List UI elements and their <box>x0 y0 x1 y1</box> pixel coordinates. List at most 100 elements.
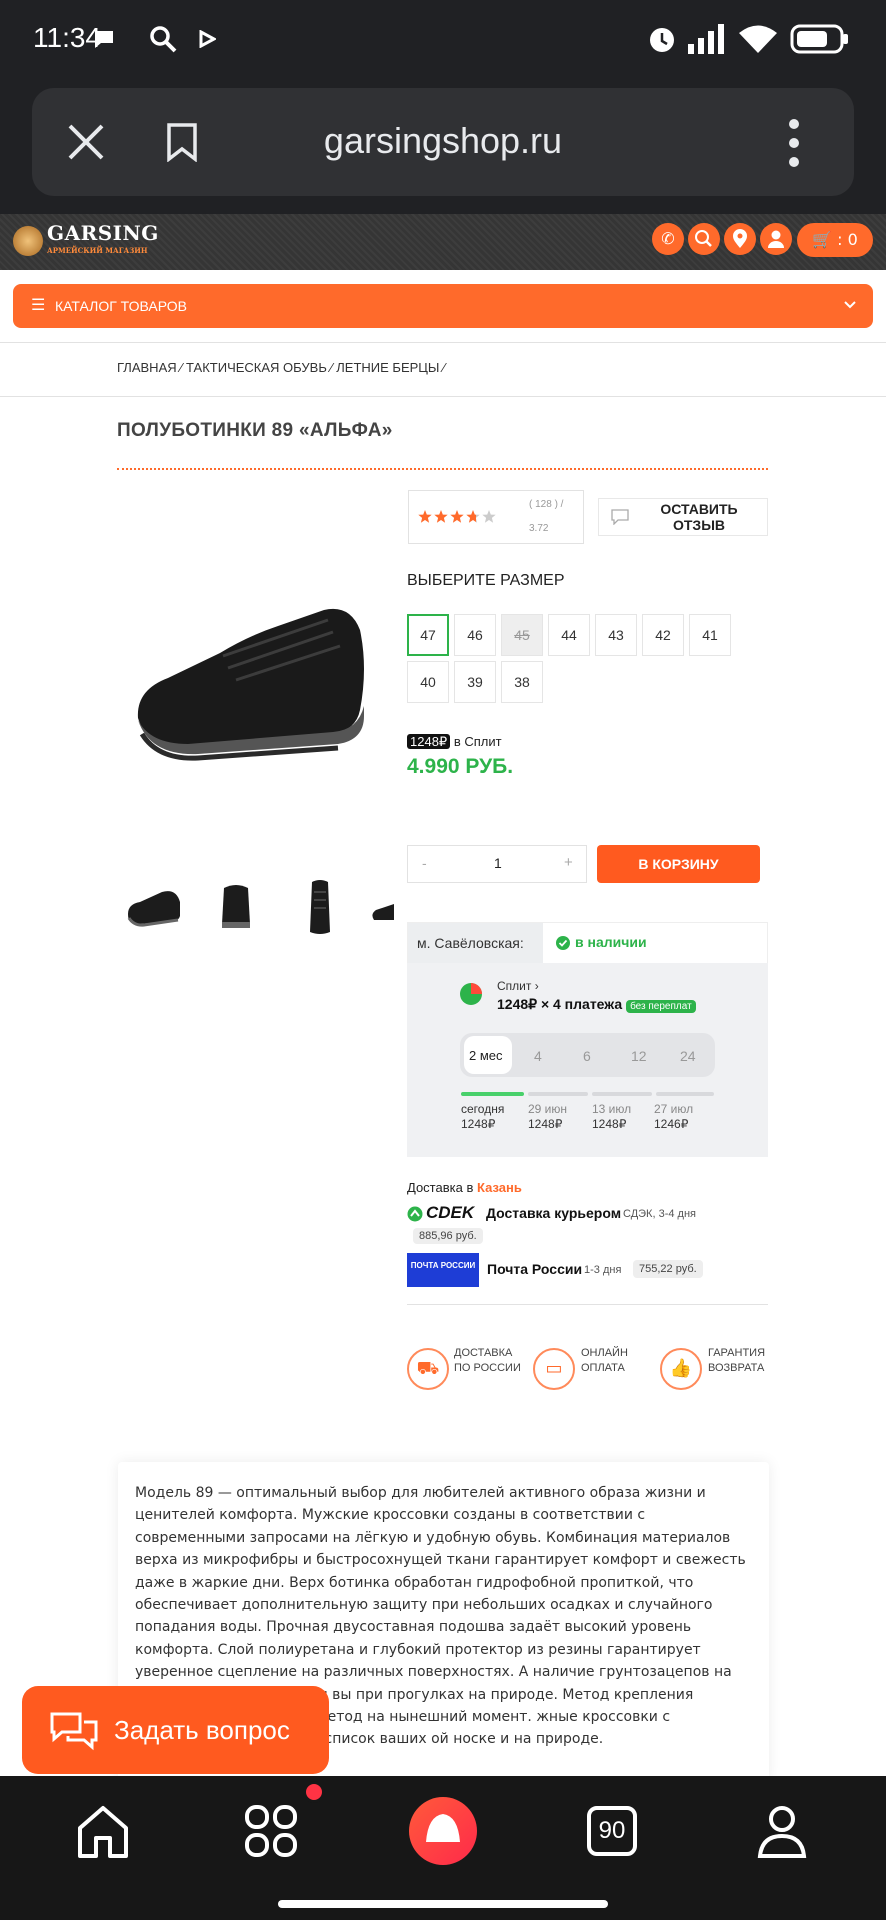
store-name[interactable]: м. Савёловская: <box>408 923 543 963</box>
truck-icon: ⛟ <box>407 1348 449 1390</box>
chat-bubbles-icon <box>50 1712 98 1751</box>
payment-item: 27 июл 1246₽ <box>654 1102 693 1132</box>
breadcrumb-link[interactable]: ЛЕТНИЕ БЕРЦЫ <box>336 360 439 375</box>
period-option[interactable]: 24 <box>680 1048 696 1064</box>
quantity-stepper: - 1 + <box>407 845 587 883</box>
search-icon[interactable] <box>688 223 720 255</box>
payment-date: 29 июн <box>528 1102 568 1116</box>
split-logo-icon <box>460 983 482 1005</box>
title-underline <box>117 468 768 470</box>
url-text[interactable]: garsingshop.ru <box>32 120 854 162</box>
alice-assistant-icon[interactable] <box>408 1796 478 1866</box>
logo-title[interactable]: GARSING <box>47 221 159 245</box>
rating-stars <box>418 510 496 523</box>
cart-button[interactable]: 🛒 : 0 <box>797 223 873 257</box>
product-thumbnail[interactable] <box>290 880 350 936</box>
payment-progress <box>461 1092 524 1096</box>
comment-icon <box>611 509 629 525</box>
post-price: 755,22 руб. <box>633 1260 703 1278</box>
product-thumbnail[interactable] <box>206 880 266 936</box>
search-icon <box>150 26 177 53</box>
product-image[interactable] <box>128 598 373 768</box>
address-bar[interactable]: garsingshop.ru <box>32 88 854 196</box>
feature-item: ГАРАНТИЯ ВОЗВРАТА <box>708 1347 766 1374</box>
size-option[interactable]: 39 <box>454 661 496 703</box>
no-overpay-badge: без переплат <box>626 1000 696 1013</box>
split-payments-text: 1248₽ × 4 платежа <box>497 996 623 1012</box>
delivery-city[interactable]: Казань <box>477 1180 522 1195</box>
profile-icon[interactable] <box>756 1804 808 1860</box>
leave-review-button[interactable]: ОСТАВИТЬ ОТЗЫВ <box>598 498 768 536</box>
split-price-line[interactable]: 1248₽ в Сплит <box>407 734 502 750</box>
stock-status: в наличии <box>575 934 647 950</box>
split-title[interactable]: Сплит › <box>497 979 539 993</box>
post-title: Почта России <box>487 1261 583 1277</box>
breadcrumb-link[interactable]: ГЛАВНАЯ <box>117 360 177 375</box>
gesture-bar[interactable] <box>278 1900 608 1908</box>
delivery-label: Доставка в <box>407 1180 474 1195</box>
size-option[interactable]: 40 <box>407 661 449 703</box>
size-option[interactable]: 41 <box>689 614 731 656</box>
chat-icon <box>95 31 113 48</box>
period-option[interactable]: 4 <box>534 1048 542 1064</box>
ninety-seconds-icon[interactable]: 90 <box>587 1806 637 1856</box>
payment-date: 13 июл <box>592 1102 632 1116</box>
phone-icon[interactable]: ✆ <box>652 223 684 255</box>
location-icon[interactable] <box>724 223 756 255</box>
add-to-cart-button[interactable]: В КОРЗИНУ <box>597 845 760 883</box>
apps-icon[interactable] <box>244 1804 300 1860</box>
more-menu-icon[interactable] <box>788 118 800 168</box>
size-option[interactable]: 38 <box>501 661 543 703</box>
product-thumbnail[interactable] <box>368 880 394 936</box>
period-option[interactable]: 2 мес <box>469 1048 503 1063</box>
payment-amount: 1248₽ <box>461 1117 496 1131</box>
home-icon[interactable] <box>76 1804 130 1860</box>
size-option[interactable]: 45 <box>501 614 543 656</box>
card-icon: ▭ <box>533 1348 575 1390</box>
user-icon[interactable] <box>760 223 792 255</box>
payment-progress <box>528 1092 588 1096</box>
rating-star <box>434 510 448 523</box>
status-time: 11:34 <box>33 22 101 53</box>
rating-count: ( 128 ) / <box>529 499 564 510</box>
split-text: в Сплит <box>453 734 502 749</box>
feature-item: ДОСТАВКА ПО РОССИИ <box>454 1347 521 1374</box>
size-option[interactable]: 46 <box>454 614 496 656</box>
breadcrumb-link[interactable]: ТАКТИЧЕСКАЯ ОБУВЬ <box>186 360 327 375</box>
alarm-icon <box>650 28 674 52</box>
qty-plus-button[interactable]: + <box>564 854 573 871</box>
qty-value[interactable]: 1 <box>494 855 502 871</box>
size-option[interactable]: 43 <box>595 614 637 656</box>
logo-emblem <box>13 226 43 256</box>
payment-item: 13 июл 1248₽ <box>592 1102 631 1132</box>
divider <box>407 1304 768 1305</box>
cdek-price: 885,96 руб. <box>413 1228 483 1244</box>
qty-minus-button[interactable]: - <box>422 855 427 871</box>
payment-item: сегодня 1248₽ <box>461 1102 504 1132</box>
size-option[interactable]: 47 <box>407 614 449 656</box>
period-option[interactable]: 12 <box>631 1048 647 1064</box>
status-bar: 11:34 <box>0 0 886 84</box>
period-option[interactable]: 6 <box>583 1048 591 1064</box>
size-option[interactable]: 44 <box>548 614 590 656</box>
chevron-down-icon <box>844 301 856 309</box>
thumbs-up-icon: 👍 <box>660 1348 702 1390</box>
availability-row: м. Савёловская: в наличии <box>407 922 768 964</box>
rating-box: ( 128 ) / 3.72 <box>408 490 584 544</box>
catalog-label: КАТАЛОГ ТОВАРОВ <box>55 298 187 314</box>
check-circle-icon <box>556 936 570 950</box>
divider <box>0 342 886 343</box>
split-badge: 1248₽ <box>407 734 451 749</box>
cdek-terms: СДЭК, 3-4 дня <box>623 1208 696 1220</box>
product-thumbnail[interactable] <box>124 880 184 936</box>
size-option[interactable]: 42 <box>642 614 684 656</box>
play-icon <box>199 30 216 48</box>
cart-icon: 🛒 <box>812 230 833 249</box>
divider <box>0 396 886 397</box>
ask-question-button[interactable]: Задать вопрос <box>22 1686 329 1774</box>
payment-amount: 1248₽ <box>528 1117 563 1131</box>
payment-item: 29 июн 1248₽ <box>528 1102 567 1132</box>
catalog-menu-button[interactable]: ☰ КАТАЛОГ ТОВАРОВ <box>13 284 873 328</box>
payment-progress <box>592 1092 652 1096</box>
payment-date: сегодня <box>461 1102 505 1116</box>
